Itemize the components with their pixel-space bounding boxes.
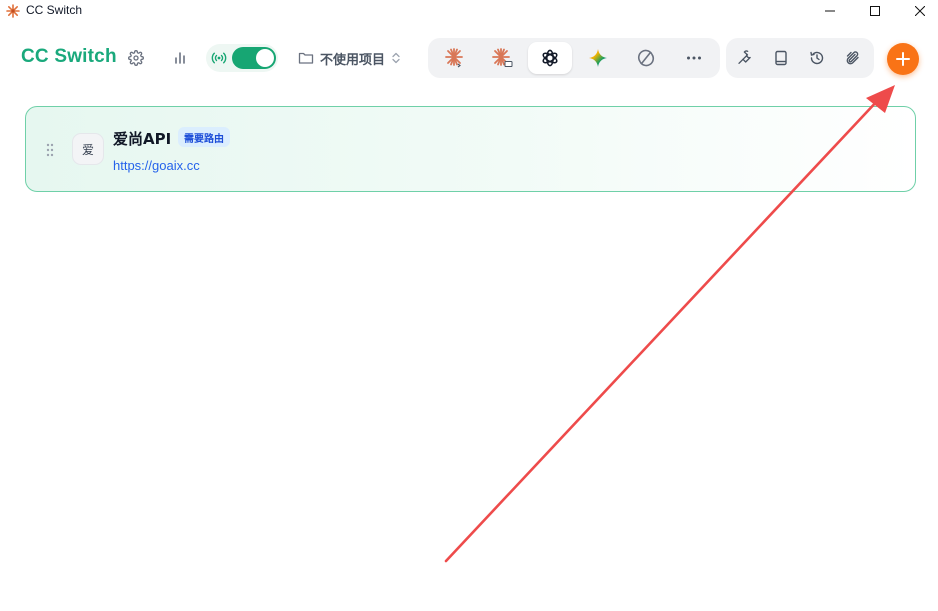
app-tab-gemini[interactable] — [576, 42, 620, 74]
paperclip-icon — [846, 51, 859, 65]
routing-required-badge: 需要路由 — [178, 127, 230, 147]
chevron-up-down-icon — [392, 52, 400, 64]
annotation-arrow — [444, 85, 895, 563]
folder-icon — [298, 52, 314, 64]
plus-icon — [896, 52, 910, 66]
openai-codex-icon — [542, 49, 558, 67]
app-tab-more[interactable] — [672, 42, 716, 74]
book-icon — [775, 50, 787, 66]
provider-url-link[interactable]: https://goaix.cc — [113, 158, 200, 173]
app-tab-claude-code[interactable] — [432, 42, 476, 74]
provider-name: 爱尚API — [113, 130, 172, 148]
close-icon — [915, 6, 925, 16]
minimize-button[interactable] — [807, 0, 853, 22]
project-label: 不使用项目 — [320, 52, 386, 68]
window-title-bar: CC Switch — [0, 0, 938, 22]
add-provider-button[interactable] — [887, 43, 919, 75]
bar-chart-icon — [175, 52, 185, 64]
app-switcher — [428, 38, 720, 78]
claude-desktop-icon — [492, 48, 513, 67]
maximize-icon — [870, 6, 880, 16]
app-brand: CC Switch — [21, 46, 117, 67]
toggle-knob — [256, 49, 274, 67]
tools-group — [726, 38, 874, 78]
provider-avatar: 爱 — [72, 133, 104, 165]
app-tab-opencode[interactable] — [624, 42, 668, 74]
usage-stats-button[interactable] — [169, 47, 191, 69]
settings-button[interactable] — [125, 47, 147, 69]
drag-handle-icon[interactable] — [46, 143, 54, 157]
claude-code-icon — [445, 48, 463, 68]
history-icon — [810, 51, 824, 65]
gear-icon — [128, 50, 144, 66]
signal-broadcast-icon — [211, 52, 227, 64]
proxy-toggle-group — [206, 44, 278, 72]
project-selector[interactable]: 不使用项目 — [298, 48, 401, 68]
skills-button[interactable] — [836, 42, 870, 74]
more-icon — [687, 56, 701, 60]
history-button[interactable] — [800, 42, 834, 74]
gemini-icon — [589, 49, 607, 67]
close-button[interactable] — [897, 0, 938, 22]
docs-button[interactable] — [764, 42, 798, 74]
minimize-icon — [825, 10, 835, 12]
window-title: CC Switch — [26, 3, 83, 17]
provider-card[interactable]: 爱 爱尚API 需要路由 https://goaix.cc — [25, 106, 916, 192]
app-tab-codex[interactable] — [528, 42, 572, 74]
app-tab-claude-desktop[interactable] — [480, 42, 524, 74]
maximize-button[interactable] — [852, 0, 898, 22]
wrench-icon — [738, 50, 751, 64]
app-logo-icon — [6, 4, 20, 18]
proxy-toggle-switch[interactable] — [232, 47, 276, 69]
tools-button[interactable] — [728, 42, 762, 74]
opencode-icon — [637, 49, 655, 67]
